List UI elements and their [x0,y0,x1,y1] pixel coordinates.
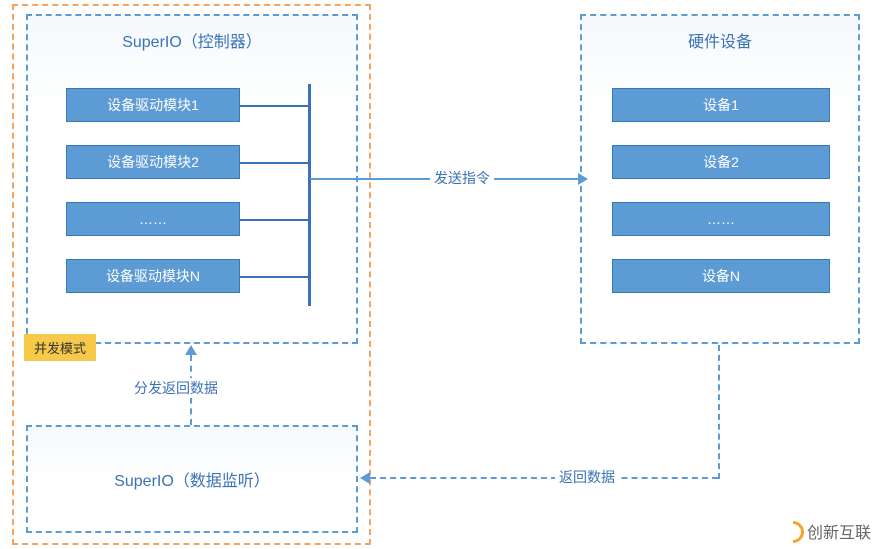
arrow-head-left-icon [360,472,370,484]
return-data-label: 返回数据 [555,467,619,487]
device-item: …… [612,202,830,236]
device-list: 设备1 设备2 …… 设备N [612,88,830,316]
controller-title: SuperIO（控制器） [28,16,356,60]
mode-badge: 并发模式 [24,334,96,361]
controller-box: SuperIO（控制器） 设备驱动模块1 设备驱动模块2 …… 设备驱动模块N [26,14,358,344]
bus-connector [240,276,310,278]
driver-bus-line [308,84,311,306]
arrow-head-right-icon [578,173,588,185]
device-item: 设备N [612,259,830,293]
driver-module: 设备驱动模块N [66,259,240,293]
return-data-vline [718,345,720,479]
watermark: 创新互联 [781,519,871,543]
listener-title: SuperIO（数据监听） [114,467,270,491]
return-data-arrow [370,477,718,479]
device-item: 设备1 [612,88,830,122]
driver-module: 设备驱动模块1 [66,88,240,122]
watermark-logo-icon [781,520,803,542]
device-item: 设备2 [612,145,830,179]
driver-list: 设备驱动模块1 设备驱动模块2 …… 设备驱动模块N [66,88,240,316]
send-command-label: 发送指令 [430,168,494,188]
bus-connector [240,219,310,221]
hardware-title: 硬件设备 [582,16,858,60]
listener-box: SuperIO（数据监听） [26,425,358,533]
bus-connector [240,105,310,107]
arrow-head-up-icon [185,345,197,355]
driver-module: 设备驱动模块2 [66,145,240,179]
watermark-text: 创新互联 [807,519,871,543]
hardware-box: 硬件设备 设备1 设备2 …… 设备N [580,14,860,344]
dispatch-label: 分发返回数据 [130,378,222,398]
bus-connector [240,162,310,164]
driver-module: …… [66,202,240,236]
